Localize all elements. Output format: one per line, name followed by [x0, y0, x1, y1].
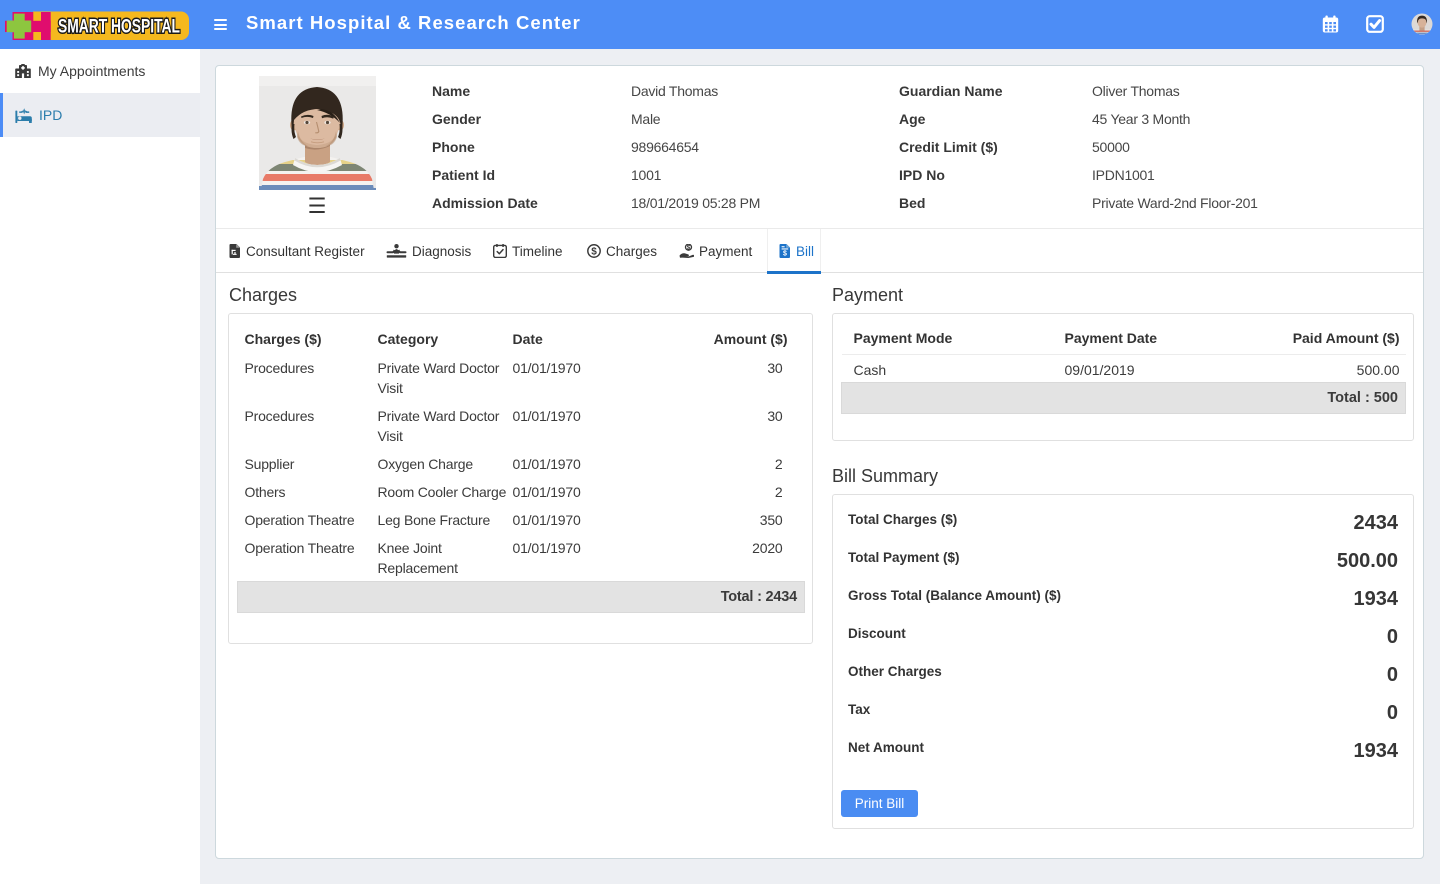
- svg-text:$: $: [783, 251, 787, 258]
- svg-text:$: $: [687, 245, 691, 252]
- svg-text:SMART HOSPITAL: SMART HOSPITAL: [58, 17, 180, 38]
- svg-text:$: $: [591, 247, 597, 258]
